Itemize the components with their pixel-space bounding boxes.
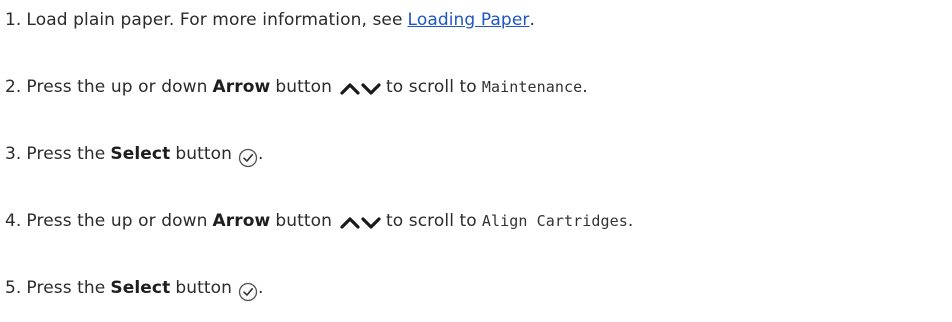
step-1: 1. Load plain paper. For more informatio… — [5, 5, 535, 35]
step-5: 5. Press the Select button . — [5, 273, 264, 303]
step-3: 3. Press the Select button . — [5, 139, 264, 169]
step-text: to scroll to — [386, 211, 477, 231]
step-punctuation: . — [582, 77, 588, 97]
menu-option-align-cartridges: Align Cartridges — [481, 212, 628, 230]
step-punctuation: . — [257, 144, 264, 164]
step-punctuation: . — [529, 10, 535, 30]
step-text: Press the up or down — [26, 211, 208, 231]
step-4: 4. Press the up or down Arrow button to … — [5, 206, 633, 236]
up-down-arrow-icon — [340, 82, 381, 96]
step-text: to scroll to — [386, 77, 477, 97]
step-punctuation: . — [627, 211, 634, 231]
up-arrow-icon — [340, 217, 360, 229]
instruction-list: 1. Load plain paper. For more informatio… — [0, 0, 952, 322]
step-text: button — [175, 144, 232, 164]
up-arrow-icon — [340, 83, 360, 95]
select-checkmark-icon — [238, 148, 258, 168]
arrow-button-label: Arrow — [212, 211, 271, 231]
arrow-button-label: Arrow — [212, 77, 271, 97]
down-arrow-icon — [361, 83, 381, 95]
step-text: button — [275, 77, 332, 97]
step-text: Press the — [26, 278, 106, 298]
step-text: button — [275, 211, 332, 231]
step-number: 2. — [5, 77, 22, 97]
step-number: 4. — [5, 211, 22, 231]
select-checkmark-icon — [238, 282, 258, 302]
select-button-label: Select — [110, 144, 171, 164]
step-text: button — [175, 278, 232, 298]
step-text: Press the — [26, 144, 106, 164]
up-down-arrow-icon — [340, 216, 381, 230]
select-button-label: Select — [110, 278, 171, 298]
step-text: Load plain paper. For more information, … — [26, 10, 403, 30]
step-text: Press the up or down — [26, 77, 208, 97]
step-number: 1. — [5, 10, 22, 30]
down-arrow-icon — [361, 217, 381, 229]
step-number: 5. — [5, 278, 22, 298]
step-2: 2. Press the up or down Arrow button to … — [5, 72, 588, 102]
step-punctuation: . — [257, 278, 264, 298]
loading-paper-link[interactable]: Loading Paper — [408, 5, 530, 35]
step-number: 3. — [5, 144, 22, 164]
menu-option-maintenance: Maintenance — [481, 78, 583, 96]
